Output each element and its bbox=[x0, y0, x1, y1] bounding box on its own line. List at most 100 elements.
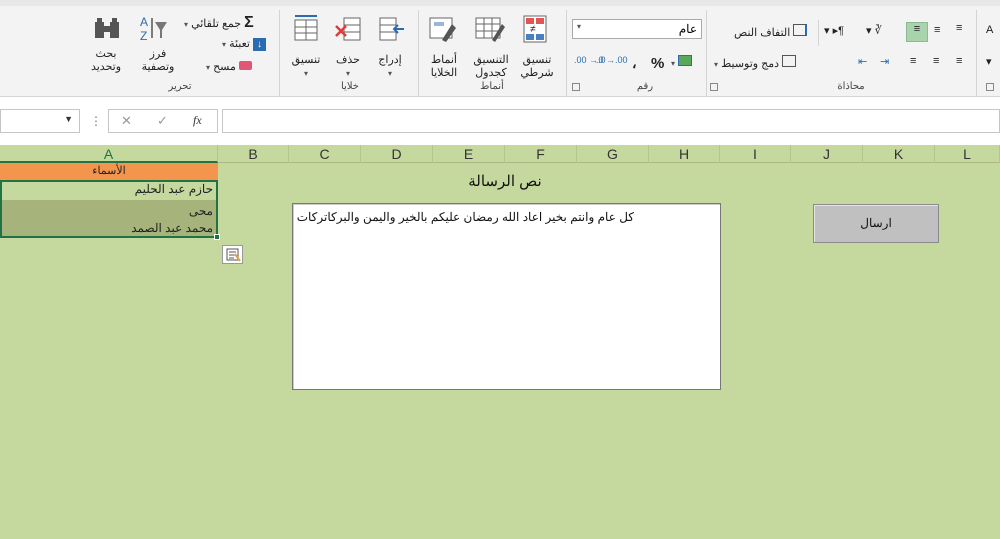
rtl-direction-button[interactable]: ▾ ▸¶ bbox=[824, 24, 844, 37]
accounting-format-button[interactable]: ▾ bbox=[671, 55, 693, 69]
font-dialog-launcher[interactable] bbox=[986, 83, 994, 91]
names-header-cell[interactable]: الأسماء bbox=[0, 163, 218, 180]
sort-filter-icon[interactable]: AZ bbox=[138, 14, 170, 49]
increase-decimal-button[interactable]: .0 →.00 bbox=[596, 55, 628, 65]
binoculars-icon[interactable] bbox=[92, 16, 122, 49]
insert-cells-icon[interactable] bbox=[376, 14, 406, 49]
styles-group-label: أنماط bbox=[480, 81, 504, 92]
font-size-increase-button[interactable]: A bbox=[986, 24, 993, 36]
formula-bar-grip[interactable]: ⋮ bbox=[90, 114, 102, 128]
font-color-button[interactable]: ▾ bbox=[986, 55, 992, 68]
column-header-g[interactable]: G bbox=[577, 145, 649, 163]
format-cells-icon[interactable] bbox=[291, 14, 321, 49]
column-header-a[interactable]: A bbox=[0, 145, 218, 163]
conditional-formatting-icon[interactable]: ≠ bbox=[520, 14, 550, 49]
editing-group-label: تحرير bbox=[168, 81, 192, 92]
percent-button[interactable]: % bbox=[651, 55, 664, 72]
autosum-button[interactable]: ▾ جمع تلقائي Σ bbox=[184, 14, 254, 32]
chevron-down-icon: ▾ bbox=[714, 60, 719, 69]
column-header-l[interactable]: L bbox=[935, 145, 1000, 163]
cell-styles-button[interactable]: أنماط الخلايا bbox=[422, 54, 466, 80]
merge-center-button[interactable]: ▾ دمج وتوسيط bbox=[714, 55, 797, 70]
send-button[interactable]: ارسال bbox=[813, 204, 939, 243]
format-label: تنسيق bbox=[291, 54, 321, 66]
insert-button[interactable]: إدراج ▾ bbox=[370, 54, 410, 80]
number-dialog-launcher[interactable] bbox=[572, 83, 580, 91]
decrease-indent-button[interactable]: ⇤ bbox=[858, 55, 867, 68]
svg-text:≠: ≠ bbox=[530, 24, 536, 35]
sort-filter-button[interactable]: فرز وتصفية bbox=[134, 48, 182, 74]
align-top-button[interactable]: ≡ bbox=[906, 22, 928, 42]
chevron-down-icon: ▾ bbox=[206, 63, 211, 72]
comma-style-button[interactable]: ، bbox=[632, 55, 637, 72]
column-header-f[interactable]: F bbox=[505, 145, 577, 163]
name-cell[interactable]: حازم عبد الحليم bbox=[2, 182, 216, 200]
group-separator bbox=[566, 10, 567, 96]
name-box[interactable]: ▼ bbox=[0, 109, 80, 133]
clear-button[interactable]: ▾ مسح bbox=[206, 60, 252, 73]
align-right-button[interactable]: ≡ bbox=[910, 55, 916, 67]
formula-input[interactable] bbox=[222, 109, 1000, 133]
format-as-table-icon[interactable] bbox=[474, 14, 506, 49]
format-table-label-1: التنسيق bbox=[473, 54, 509, 66]
increase-indent-button[interactable]: ⇥ bbox=[880, 55, 889, 68]
align-center-button[interactable]: ≡ bbox=[933, 55, 939, 67]
column-header-d[interactable]: D bbox=[361, 145, 433, 163]
find-select-button[interactable]: بحث وتحديد bbox=[82, 48, 130, 74]
wrap-text-icon bbox=[793, 24, 808, 36]
alignment-dialog-launcher[interactable] bbox=[710, 83, 718, 91]
orientation-button[interactable]: ▾ ∛ bbox=[866, 24, 882, 37]
wrap-text-button[interactable]: التفاف النص bbox=[734, 24, 808, 39]
chevron-down-icon: ▾ bbox=[387, 69, 392, 78]
wrap-text-label: التفاف النص bbox=[734, 27, 791, 39]
sort-filter-label-1: فرز bbox=[149, 48, 167, 60]
column-header-e[interactable]: E bbox=[433, 145, 505, 163]
group-separator bbox=[279, 10, 280, 96]
currency-icon bbox=[678, 55, 693, 66]
number-format-select[interactable]: ▾ عام bbox=[572, 19, 702, 39]
cell-styles-label-1: أنماط bbox=[430, 54, 457, 66]
column-header-j[interactable]: J bbox=[791, 145, 863, 163]
quick-analysis-icon[interactable] bbox=[222, 245, 243, 264]
name-cell[interactable]: محى bbox=[2, 200, 216, 220]
align-middle-button[interactable]: ≡ bbox=[934, 24, 940, 36]
cell-styles-label-2: الخلايا bbox=[430, 67, 458, 79]
cell-styles-icon[interactable] bbox=[428, 14, 458, 49]
fill-down-icon: ↓ bbox=[253, 38, 267, 51]
name-cell[interactable]: محمد عبد الصمد bbox=[2, 220, 216, 236]
formula-gap bbox=[0, 135, 1000, 145]
fill-button[interactable]: ▾ تعبئة ↓ bbox=[222, 37, 267, 51]
align-left-button[interactable]: ≡ bbox=[956, 55, 962, 67]
find-select-label-1: بحث bbox=[95, 48, 117, 60]
eraser-icon bbox=[238, 61, 252, 70]
cancel-icon[interactable]: ✕ bbox=[121, 113, 132, 129]
formula-buttons: ✕ ✓ fx bbox=[108, 109, 218, 133]
delete-label: حذف bbox=[336, 54, 360, 66]
format-as-table-button[interactable]: التنسيق كجدول bbox=[468, 54, 514, 80]
number-group-label: رقم bbox=[636, 81, 654, 92]
align-bottom-button[interactable]: ≡ bbox=[956, 22, 962, 34]
format-button[interactable]: تنسيق ▾ bbox=[284, 54, 328, 80]
chevron-down-icon: ▾ bbox=[671, 59, 676, 68]
fill-handle[interactable] bbox=[214, 234, 220, 240]
message-textbox[interactable]: كل عام وانتم بخير اعاد الله رمضان عليكم … bbox=[292, 203, 721, 390]
enter-icon[interactable]: ✓ bbox=[157, 113, 168, 129]
conditional-formatting-button[interactable]: تنسيق شرطي bbox=[514, 54, 560, 80]
message-title: نص الرسالة bbox=[468, 173, 542, 190]
sort-filter-label-2: وتصفية bbox=[141, 61, 175, 73]
group-separator bbox=[706, 10, 707, 96]
delete-button[interactable]: حذف ▾ bbox=[328, 54, 368, 80]
column-header-c[interactable]: C bbox=[289, 145, 361, 163]
chevron-down-icon: ▾ bbox=[303, 69, 308, 78]
autosum-label: جمع تلقائي bbox=[191, 18, 241, 30]
insert-function-icon[interactable]: fx bbox=[193, 113, 202, 128]
column-header-k[interactable]: K bbox=[863, 145, 935, 163]
number-format-value: عام bbox=[678, 22, 697, 36]
column-header-h[interactable]: H bbox=[649, 145, 720, 163]
group-separator bbox=[976, 10, 977, 96]
delete-cells-icon[interactable] bbox=[334, 14, 364, 49]
column-header-i[interactable]: I bbox=[720, 145, 791, 163]
svg-text:A: A bbox=[140, 15, 148, 29]
column-header-b[interactable]: B bbox=[218, 145, 289, 163]
chevron-down-icon: ▾ bbox=[345, 69, 350, 78]
